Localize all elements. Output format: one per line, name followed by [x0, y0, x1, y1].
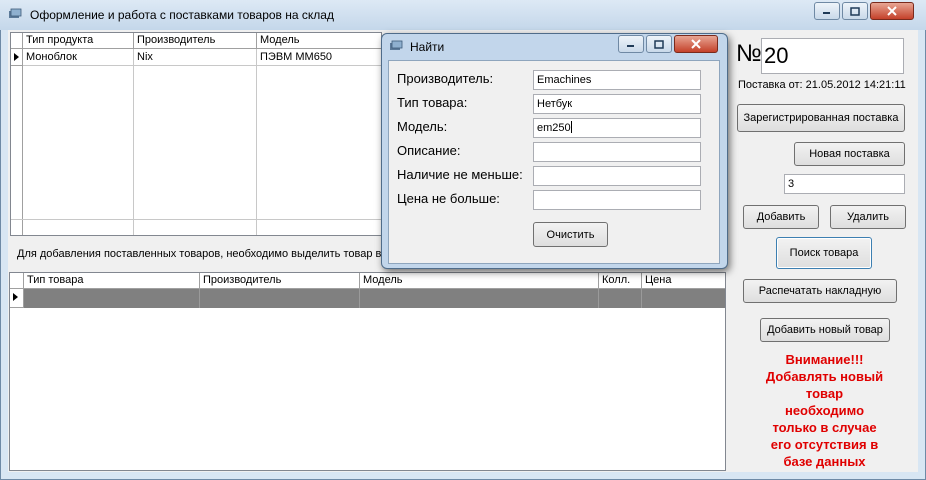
column-divider — [133, 66, 134, 235]
close-icon — [887, 6, 897, 16]
current-row-arrow-icon — [13, 293, 18, 301]
model-value: em250 — [537, 122, 571, 134]
min-stock-label: Наличие не меньше: — [397, 167, 523, 182]
app-icon — [9, 8, 22, 18]
minimize-icon — [627, 45, 634, 47]
dialog-app-icon — [390, 40, 403, 50]
model-field[interactable]: em250 — [533, 118, 701, 138]
warning-line: Внимание!!! — [785, 352, 864, 367]
hint-text: Для добавления поставленных товаров, нео… — [17, 248, 382, 260]
delivery-grid[interactable]: Тип товара Производитель Модель Колл. Це… — [9, 272, 726, 471]
column-header[interactable]: Модель — [360, 273, 599, 289]
min-stock-field[interactable] — [533, 166, 701, 186]
table-cell[interactable]: Nix — [134, 49, 257, 66]
products-grid[interactable]: Тип продукта Производитель Модель Монобл… — [10, 32, 382, 236]
product-type-field[interactable]: Нетбук — [533, 94, 701, 114]
column-header[interactable]: Цена — [642, 273, 725, 289]
delivery-date: Поставка от: 21.05.2012 14:21:11 — [738, 79, 906, 91]
main-title-bar[interactable]: Оформление и работа с поставками товаров… — [0, 0, 926, 30]
manufacturer-label: Производитель: — [397, 71, 494, 86]
column-header[interactable]: Производитель — [200, 273, 360, 289]
column-divider — [598, 289, 599, 308]
maximize-icon — [850, 6, 860, 16]
max-price-field[interactable] — [533, 190, 701, 210]
print-invoice-button[interactable]: Распечатать накладную — [743, 279, 897, 303]
warning-line: его отсутствия в — [770, 437, 879, 452]
add-new-product-button[interactable]: Добавить новый товар — [760, 318, 890, 342]
clear-button[interactable]: Очистить — [533, 222, 608, 247]
warning-text: Внимание!!! Добавлять новый товар необхо… — [742, 351, 907, 470]
add-button[interactable]: Добавить — [743, 205, 819, 229]
close-window-button[interactable] — [870, 2, 914, 20]
grid-scroll-divider — [11, 219, 381, 220]
warning-line: базе данных — [783, 454, 866, 469]
text-cursor — [570, 121, 572, 133]
column-header[interactable]: Тип продукта — [23, 33, 134, 49]
warning-line: только в случае — [772, 420, 877, 435]
delete-button[interactable]: Удалить — [830, 205, 906, 229]
row-header-column — [11, 66, 23, 235]
max-price-label: Цена не больше: — [397, 191, 500, 206]
column-divider — [641, 289, 642, 308]
row-selector[interactable] — [10, 289, 24, 308]
table-cell[interactable]: ПЭВМ MM650 — [257, 49, 381, 66]
close-icon — [691, 39, 701, 49]
dialog-title: Найти — [410, 40, 445, 54]
current-row-arrow-icon — [14, 53, 19, 61]
registered-delivery-button[interactable]: Зарегистрированная поставка — [737, 104, 905, 132]
row-selector[interactable] — [11, 49, 23, 66]
column-header[interactable]: Производитель — [134, 33, 257, 49]
search-product-button[interactable]: Поиск товара — [776, 237, 872, 269]
table-cell[interactable]: Моноблок — [23, 49, 134, 66]
manufacturer-field[interactable]: Emachines — [533, 70, 701, 90]
column-divider — [256, 66, 257, 235]
dialog-maximize-button[interactable] — [646, 35, 672, 53]
grid-corner — [10, 273, 24, 289]
model-label: Модель: — [397, 119, 448, 134]
new-row-placeholder[interactable] — [24, 289, 725, 308]
warning-line: Добавлять новый — [765, 369, 884, 384]
dialog-close-button[interactable] — [674, 35, 718, 53]
main-window-title: Оформление и работа с поставками товаров… — [30, 8, 334, 22]
product-type-label: Тип товара: — [397, 95, 468, 110]
column-header[interactable]: Колл. — [599, 273, 642, 289]
column-divider — [199, 289, 200, 308]
minimize-button[interactable] — [814, 2, 840, 20]
description-label: Описание: — [397, 143, 461, 158]
quantity-field[interactable]: 3 — [784, 174, 905, 194]
maximize-button[interactable] — [842, 2, 868, 20]
dialog-minimize-button[interactable] — [618, 35, 644, 53]
maximize-icon — [654, 39, 664, 49]
column-header[interactable]: Тип товара — [24, 273, 200, 289]
number-sign: № — [736, 40, 762, 67]
new-delivery-button[interactable]: Новая поставка — [794, 142, 905, 166]
column-divider — [359, 289, 360, 308]
minimize-icon — [823, 12, 830, 14]
column-header[interactable]: Модель — [257, 33, 381, 49]
description-field[interactable] — [533, 142, 701, 162]
warning-line: товар — [805, 386, 844, 401]
grid-corner — [11, 33, 23, 49]
delivery-number-field[interactable]: 20 — [761, 38, 904, 74]
warning-line: необходимо — [784, 403, 865, 418]
